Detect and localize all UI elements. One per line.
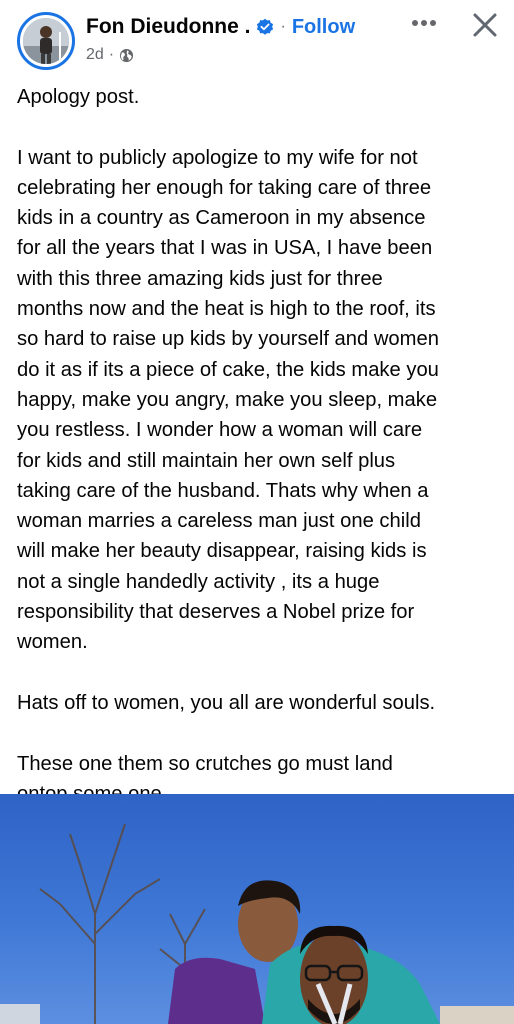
- post-text-line: taking care of the husband. Thats why wh…: [17, 479, 429, 502]
- post-text-line: so hard to raise up kids by yourself and…: [17, 328, 439, 351]
- post-time[interactable]: 2d: [86, 46, 104, 64]
- post-text-line: will make her beauty disappear, raising …: [17, 540, 427, 563]
- post-text-line: Apology post.: [17, 86, 140, 108]
- post-text-line: Hats off to women, you all are wonderful…: [17, 691, 436, 714]
- separator-dot: ·: [280, 18, 286, 35]
- post-text-line: with this three amazing kids just for th…: [17, 267, 383, 290]
- post-text-blank: [17, 658, 507, 688]
- post-header: Fon Dieudonne . · Follow 2d ·: [0, 0, 514, 82]
- post-text-line: celebrating her enough for taking care o…: [17, 176, 432, 199]
- meta-separator: ·: [108, 46, 115, 63]
- post-text-line: for all the years that I was in USA, I h…: [17, 237, 433, 260]
- post-text-line: for kids and still maintain her own self…: [17, 449, 396, 472]
- post-text: Apology post. I want to publicly apologi…: [17, 82, 507, 809]
- post-photo[interactable]: [0, 794, 514, 1024]
- more-options-icon: [412, 20, 436, 26]
- post-text-line: months now and the heat is high to the r…: [17, 298, 436, 321]
- post-text-line: kids in a country as Cameroon in my abse…: [17, 207, 426, 230]
- close-icon: [473, 13, 497, 37]
- post-text-blank: [17, 112, 507, 142]
- photo-illustration: [0, 823, 514, 1024]
- author-name[interactable]: Fon Dieudonne .: [86, 15, 250, 39]
- post-text-line: responsibility that deserves a Nobel pri…: [17, 601, 415, 624]
- avatar-image: [23, 18, 69, 64]
- globe-icon: [120, 48, 134, 62]
- post-text-line: do it as if its a piece of cake, the kid…: [17, 358, 439, 381]
- post-text-line: happy, make you angry, make you sleep, m…: [17, 388, 438, 411]
- post-text-line: I want to publicly apologize to my wife …: [17, 146, 418, 169]
- close-button[interactable]: [468, 8, 502, 42]
- post-text-line: you restless. I wonder how a woman will …: [17, 419, 423, 442]
- post-text-line: These one them so crutches go must land: [17, 752, 393, 775]
- post-text-line: not a single handedly activity , its a h…: [17, 570, 380, 593]
- follow-button[interactable]: Follow: [292, 16, 355, 39]
- post-text-line: women.: [17, 631, 88, 654]
- verified-badge-icon: [257, 18, 274, 35]
- author-avatar[interactable]: [17, 12, 75, 70]
- post-text-line: woman marries a careless man just one ch…: [17, 510, 421, 533]
- more-options-button[interactable]: [406, 10, 442, 36]
- post-text-blank: [17, 718, 507, 748]
